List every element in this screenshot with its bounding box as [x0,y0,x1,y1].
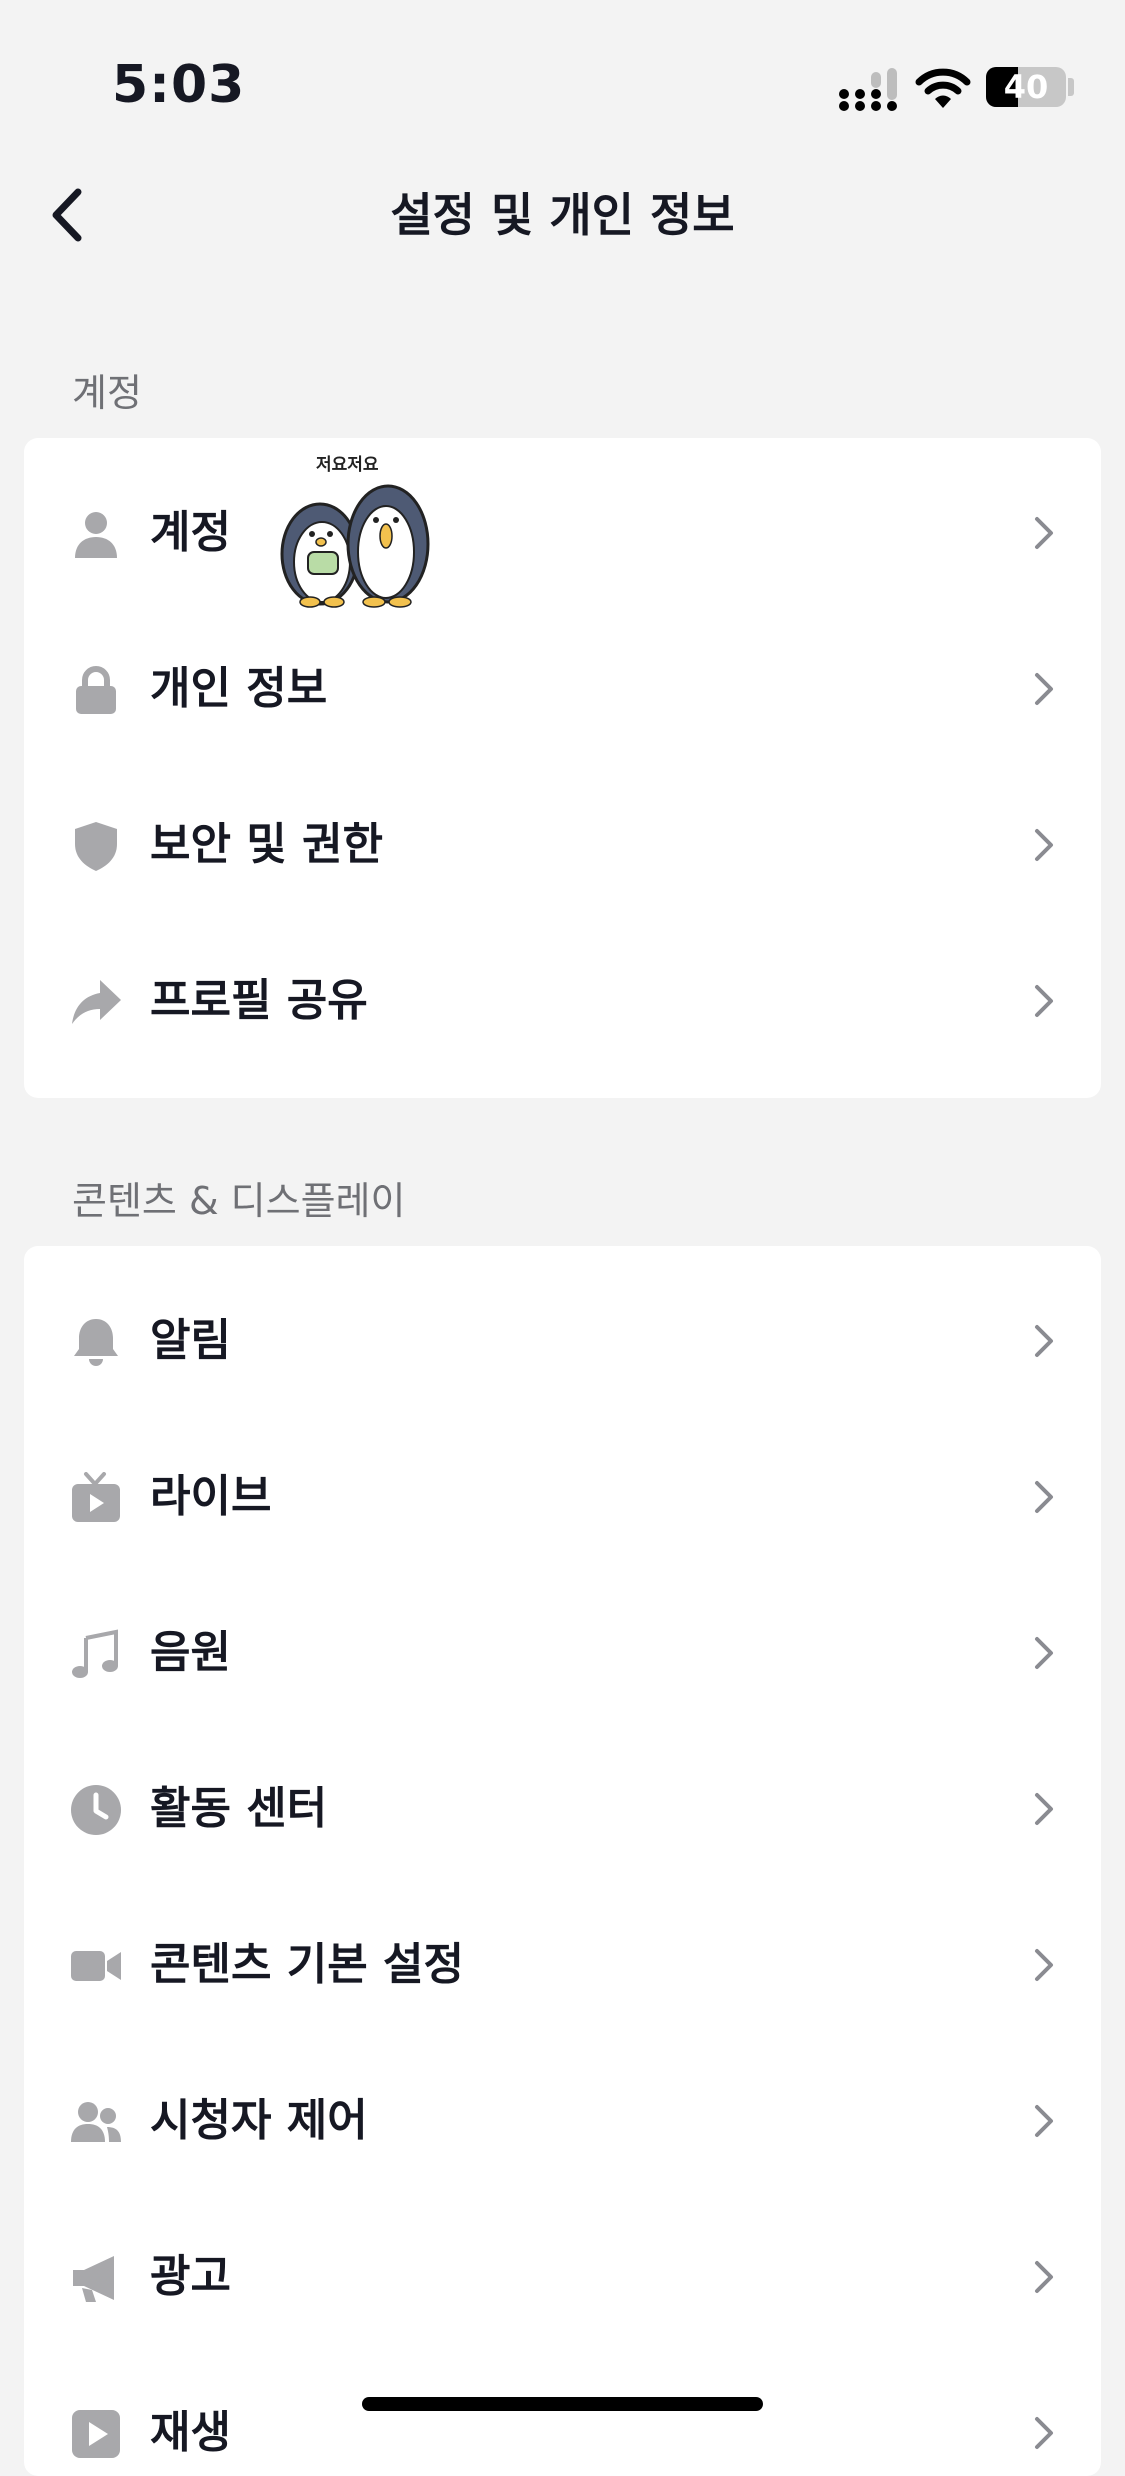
share-arrow-icon [72,980,121,1024]
battery-level: 40 [1003,68,1049,106]
chevron-right-icon [1035,1637,1053,1669]
menu-item-share-profile[interactable]: 프로필 공유 [24,923,1101,1079]
chevron-right-icon [1035,985,1053,1017]
menu-item-live[interactable]: 라이브 [24,1419,1101,1575]
penguin-sticker-icon [280,484,430,608]
menu-item-playback[interactable]: 재생 [24,2355,1101,2476]
bell-icon [74,1319,118,1366]
chevron-right-icon [1035,829,1053,861]
menu-item-activity-center[interactable]: 활동 센터 [24,1731,1101,1887]
chevron-right-icon [1035,2105,1053,2137]
section-label-account: 계정 [72,371,142,415]
menu-item-label: 라이브 [150,1471,272,1522]
clock-icon [71,1785,121,1835]
lock-icon [76,666,116,714]
menu-item-label: 시청자 제어 [150,2095,368,2146]
chevron-right-icon [1035,2417,1053,2449]
menu-item-music[interactable]: 음원 [24,1575,1101,1731]
nav-header: 설정 및 개인 정보 [0,160,1125,270]
menu-item-audience-controls[interactable]: 시청자 제어 [24,2043,1101,2199]
music-note-icon [72,1629,118,1678]
section-label-content-display: 콘텐츠 & 디스플레이 [72,1179,406,1223]
menu-item-label: 계정 [150,507,231,558]
page-title: 설정 및 개인 정보 [390,188,735,242]
menu-item-privacy[interactable]: 개인 정보 [24,611,1101,767]
status-time: 5:03 [112,55,246,115]
menu-item-label: 재생 [150,2407,231,2458]
chevron-right-icon [1035,517,1053,549]
menu-item-label: 알림 [150,1315,231,1366]
battery-nub [1068,78,1074,96]
people-icon [71,2102,121,2142]
megaphone-icon [73,2256,114,2302]
chevron-right-icon [1035,673,1053,705]
chevron-right-icon [1035,1481,1053,1513]
home-indicator[interactable] [362,2397,763,2411]
person-icon [75,512,117,558]
tv-icon [72,1472,120,1522]
sticker-text: 저요저요 [316,455,379,475]
menu-item-label: 콘텐츠 기본 설정 [150,1939,464,1990]
menu-item-account[interactable]: 계정 [24,455,1101,611]
cellular-signal-icon [839,68,897,111]
video-camera-icon [71,1951,121,1981]
menu-item-notifications[interactable]: 알림 [24,1263,1101,1419]
menu-item-label: 활동 센터 [150,1783,328,1834]
menu-item-label: 광고 [150,2251,231,2302]
menu-item-ads[interactable]: 광고 [24,2199,1101,2355]
penguin-sticker: 저요저요 [270,450,435,610]
shield-icon [75,822,117,871]
play-icon [72,2410,120,2458]
chevron-right-icon [1035,2261,1053,2293]
chevron-right-icon [1035,1949,1053,1981]
menu-item-security[interactable]: 보안 및 권한 [24,767,1101,923]
status-bar: 5:03 40 [0,0,1125,150]
menu-item-content-preferences[interactable]: 콘텐츠 기본 설정 [24,1887,1101,2043]
content-display-section-card: 알림 라이브 음원 활동 센터 콘텐츠 기본 설정 시청자 제어 광고 재생 [24,1246,1101,2476]
wifi-icon [915,68,971,108]
account-section-card: 계정 개인 정보 보안 및 권한 프로필 공유 [24,438,1101,1098]
chevron-right-icon [1035,1325,1053,1357]
menu-item-label: 보안 및 권한 [150,819,384,870]
menu-item-label: 프로필 공유 [150,975,368,1026]
menu-item-label: 개인 정보 [150,663,328,714]
battery-indicator: 40 [986,67,1066,107]
chevron-right-icon [1035,1793,1053,1825]
menu-item-label: 음원 [150,1627,231,1678]
